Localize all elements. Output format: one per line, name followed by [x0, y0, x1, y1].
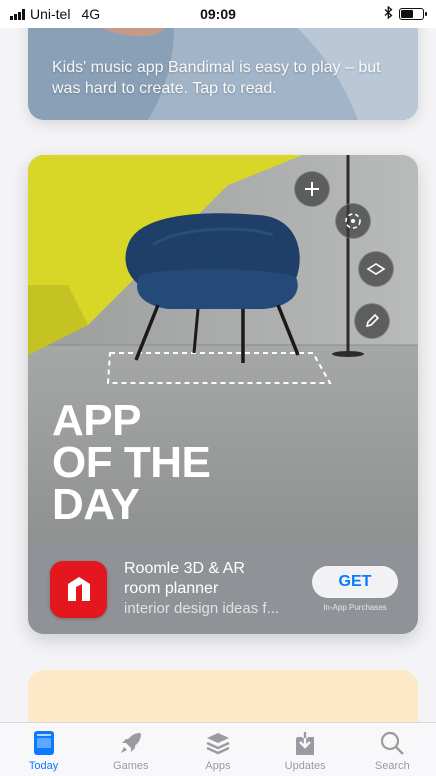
- get-group: GET In-App Purchases: [312, 566, 398, 612]
- title-line: OF THE: [52, 438, 211, 487]
- add-object-button[interactable]: [294, 171, 330, 207]
- app-name-line1: Roomle 3D & AR: [124, 560, 245, 577]
- rotate-icon: [345, 213, 361, 229]
- bluetooth-icon: [384, 5, 393, 22]
- rotate-button[interactable]: [335, 203, 371, 239]
- battery-icon: [399, 8, 427, 20]
- tab-label: Today: [28, 760, 59, 772]
- tab-apps[interactable]: Apps: [178, 729, 258, 772]
- title-line: APP: [52, 396, 141, 445]
- tab-updates[interactable]: Updates: [265, 729, 345, 772]
- app-row[interactable]: Roomle 3D & AR room planner interior des…: [28, 544, 418, 634]
- status-bar: Uni-tel 4G 09:09: [0, 0, 436, 28]
- roomle-logo-icon: [67, 577, 90, 601]
- in-app-purchases-note: In-App Purchases: [323, 603, 387, 612]
- tab-search[interactable]: Search: [352, 729, 432, 772]
- today-icon: [29, 729, 59, 757]
- pencil-icon: [365, 313, 380, 328]
- tab-label: Apps: [205, 760, 231, 772]
- layers-icon: [203, 729, 233, 757]
- download-icon: [290, 729, 320, 757]
- app-info: Roomle 3D & AR room planner interior des…: [124, 559, 294, 619]
- tab-today[interactable]: Today: [4, 729, 84, 772]
- edit-button[interactable]: [354, 303, 390, 339]
- carrier-group: Uni-tel 4G: [10, 6, 100, 22]
- surface-button[interactable]: [358, 251, 394, 287]
- app-subtitle: interior design ideas f...: [124, 600, 280, 617]
- app-of-the-day-card[interactable]: APP OF THE DAY Roomle 3D & AR room plann…: [28, 155, 418, 634]
- tab-bar: Today Games Apps Updates Search: [0, 722, 436, 776]
- tab-games[interactable]: Games: [91, 729, 171, 772]
- app-name-line2: room planner: [124, 580, 219, 597]
- tab-label: Games: [113, 760, 149, 772]
- rocket-icon: [116, 729, 146, 757]
- status-right: [384, 5, 427, 22]
- tab-label: Updates: [284, 760, 326, 772]
- carrier-name: Uni-tel: [30, 6, 71, 22]
- search-icon: [377, 729, 407, 757]
- tab-label: Search: [374, 760, 410, 772]
- story-caption: Kids' music app Bandimal is easy to play…: [52, 59, 381, 97]
- app-of-the-day-title: APP OF THE DAY: [52, 396, 211, 529]
- get-button[interactable]: GET: [312, 566, 398, 598]
- battery-level: [401, 10, 413, 18]
- plus-icon: [305, 182, 319, 196]
- app-icon[interactable]: [50, 560, 107, 618]
- surface-icon: [366, 263, 386, 275]
- title-line: DAY: [52, 480, 140, 529]
- network-type: 4G: [81, 6, 101, 22]
- signal-icon: [10, 8, 25, 20]
